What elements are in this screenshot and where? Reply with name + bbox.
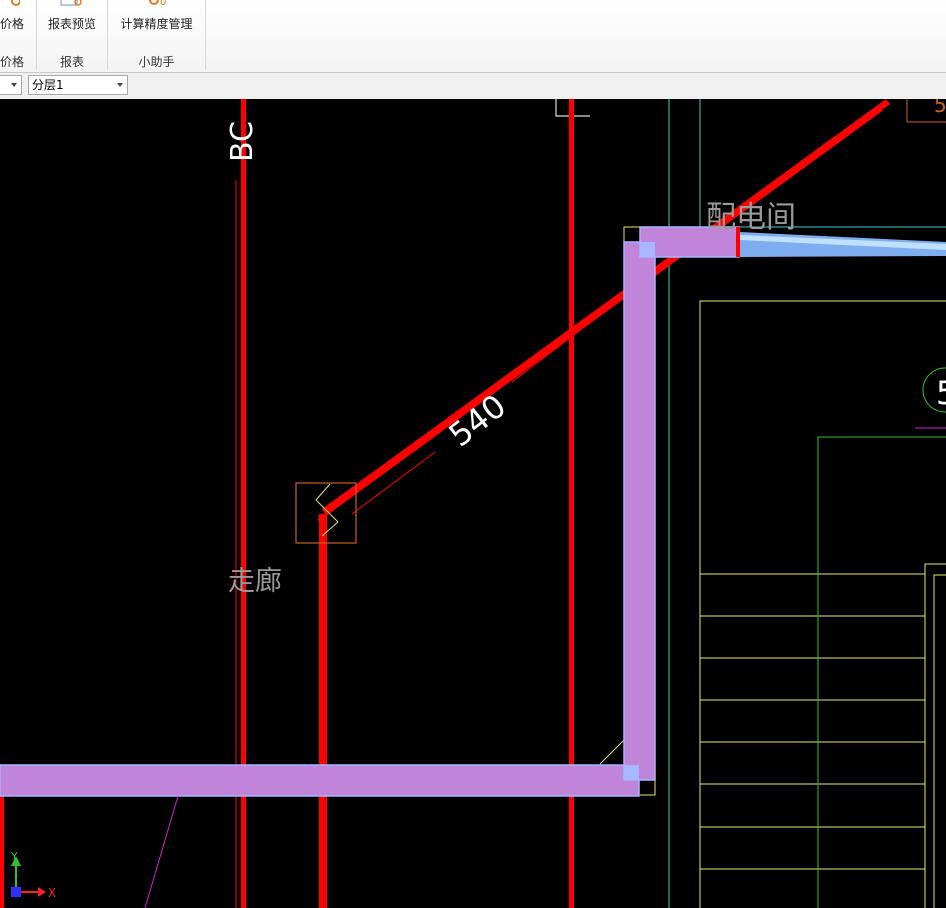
partial-top-label: 5 — [934, 99, 946, 117]
ribbon-group-helper: 0 计算精度管理 小助手 — [108, 0, 206, 70]
layer-select[interactable]: 分层1 — [28, 75, 128, 95]
svg-text:0: 0 — [160, 0, 166, 8]
label-bc: BC — [225, 121, 260, 162]
report-preview-icon — [59, 0, 85, 11]
label-room: 配电间 — [706, 200, 796, 235]
ribbon-bar: 价格 价格 报表预览 报表 0 计算精度管理 小助手 — [0, 0, 946, 73]
layer-select-value: 分层1 — [32, 78, 64, 92]
label-corridor: 走廊 — [228, 566, 282, 597]
ribbon-group-report: 报表预览 报表 — [37, 0, 108, 70]
cad-drawing-canvas[interactable]: BC 走廊 540 配电间 5 5 Y X — [0, 99, 946, 908]
property-toolbar: 分层1 — [0, 73, 946, 100]
report-preview-label: 报表预览 — [47, 17, 96, 31]
precision-management-label: 计算精度管理 — [120, 17, 193, 31]
ribbon-group-label-price: 价格 — [0, 55, 24, 69]
chevron-down-icon — [117, 83, 123, 87]
axis-bubble-label: 5 — [936, 374, 946, 412]
gear-icon: 0 — [144, 0, 170, 11]
price-icon — [4, 0, 21, 13]
chevron-down-icon — [11, 83, 17, 87]
price-button[interactable]: 价格 — [0, 0, 36, 45]
precision-management-button[interactable]: 0 计算精度管理 — [108, 0, 205, 45]
ribbon-group-label-report: 报表 — [59, 55, 84, 69]
axis-x-label: X — [48, 886, 56, 900]
report-preview-button[interactable]: 报表预览 — [37, 0, 107, 45]
price-button-label: 价格 — [0, 17, 24, 31]
ribbon-group-price: 价格 价格 — [0, 0, 37, 70]
ribbon-group-label-helper: 小助手 — [138, 55, 175, 69]
floor-select[interactable] — [0, 75, 22, 95]
axis-y-label: Y — [10, 850, 18, 863]
